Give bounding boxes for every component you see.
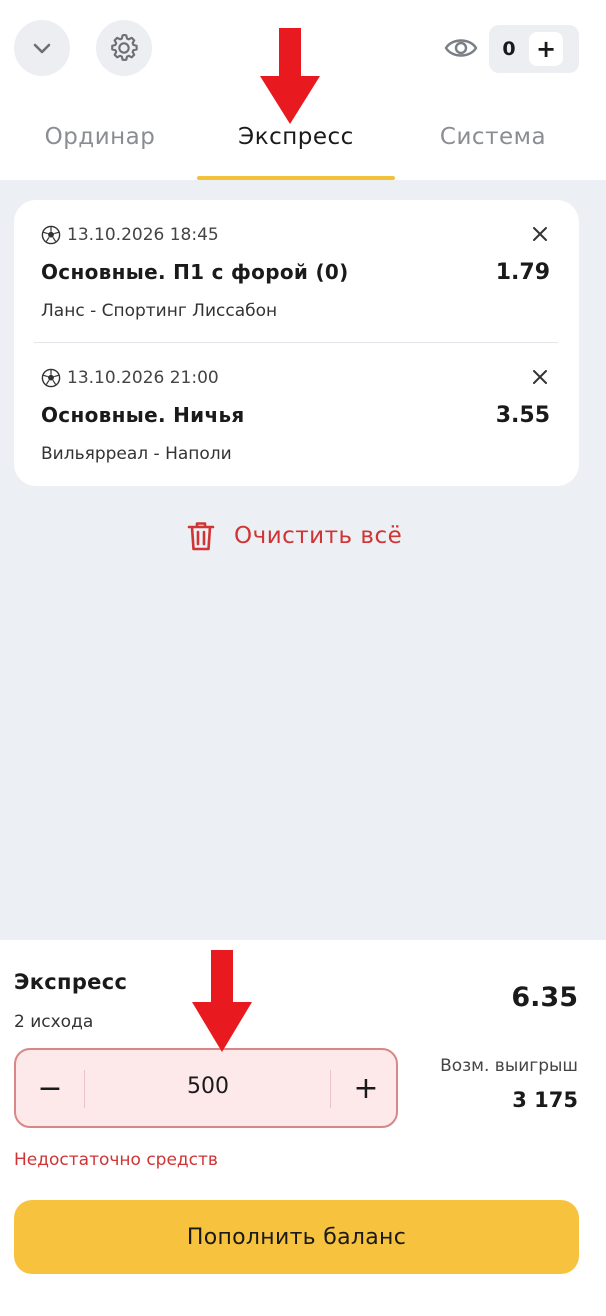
total-odds: 6.35 [511, 982, 578, 1013]
soccer-ball-icon [41, 368, 61, 388]
tab-express[interactable]: Экспресс [197, 124, 395, 150]
bet-market: Основные. Ничья [41, 403, 245, 427]
counter-add-button[interactable]: + [529, 32, 563, 66]
top-up-balance-button[interactable]: Пополнить баланс [14, 1200, 579, 1274]
visibility-toggle[interactable] [444, 34, 478, 62]
bet-selection: 13.10.2026 18:45 Основные. П1 с форой (0… [14, 200, 579, 343]
tab-single[interactable]: Ординар [40, 124, 160, 150]
clear-all-button[interactable]: Очистить всё [186, 520, 402, 552]
bet-odds: 3.55 [495, 403, 550, 428]
annotation-arrow-icon [192, 950, 252, 1052]
bet-datetime: 13.10.2026 21:00 [41, 368, 219, 388]
stake-decrease-button[interactable]: − [30, 1068, 70, 1108]
outcomes-count: 2 исхода [14, 1012, 94, 1032]
potential-win-label: Возм. выигрыш [440, 1056, 578, 1076]
bet-teams: Ланс - Спортинг Лиссабон [41, 301, 278, 321]
counter-value: 0 [502, 38, 516, 60]
selections-card: 13.10.2026 18:45 Основные. П1 с форой (0… [14, 200, 579, 486]
tab-system[interactable]: Система [432, 124, 554, 150]
trash-icon [187, 522, 215, 551]
settings-button[interactable] [96, 20, 152, 76]
stake-input[interactable]: 500 [86, 1074, 330, 1099]
chevron-down-icon [33, 43, 51, 54]
clear-all-label: Очистить всё [234, 523, 403, 549]
betslip-summary: Экспресс 2 исхода 6.35 − 500 + Возм. выи… [0, 940, 606, 1316]
bet-market: Основные. П1 с форой (0) [41, 260, 349, 284]
eye-icon [444, 39, 478, 57]
bet-datetime: 13.10.2026 18:45 [41, 225, 219, 245]
collapse-button[interactable] [14, 20, 70, 76]
potential-win-value: 3 175 [512, 1088, 578, 1112]
remove-selection-button[interactable] [528, 365, 552, 389]
close-icon [533, 227, 547, 241]
bet-teams: Вильярреал - Наполи [41, 444, 232, 464]
bet-selection: 13.10.2026 21:00 Основные. Ничья 3.55 Ви… [14, 343, 579, 486]
stake-stepper: − 500 + [14, 1048, 398, 1128]
gear-icon [111, 33, 138, 61]
bet-datetime-text: 13.10.2026 21:00 [67, 368, 219, 388]
slip-type-title: Экспресс [14, 970, 128, 994]
stake-separator [330, 1070, 331, 1108]
annotation-arrow-icon [260, 28, 320, 124]
selection-counter: 0 + [489, 25, 579, 73]
close-icon [533, 370, 547, 384]
bet-odds: 1.79 [495, 260, 550, 285]
remove-selection-button[interactable] [528, 222, 552, 246]
betslip-content: 13.10.2026 18:45 Основные. П1 с форой (0… [0, 180, 606, 940]
soccer-ball-icon [41, 225, 61, 245]
stake-separator [84, 1070, 85, 1108]
insufficient-funds-error: Недостаточно средств [14, 1150, 218, 1170]
bet-datetime-text: 13.10.2026 18:45 [67, 225, 219, 245]
stake-increase-button[interactable]: + [346, 1068, 386, 1108]
